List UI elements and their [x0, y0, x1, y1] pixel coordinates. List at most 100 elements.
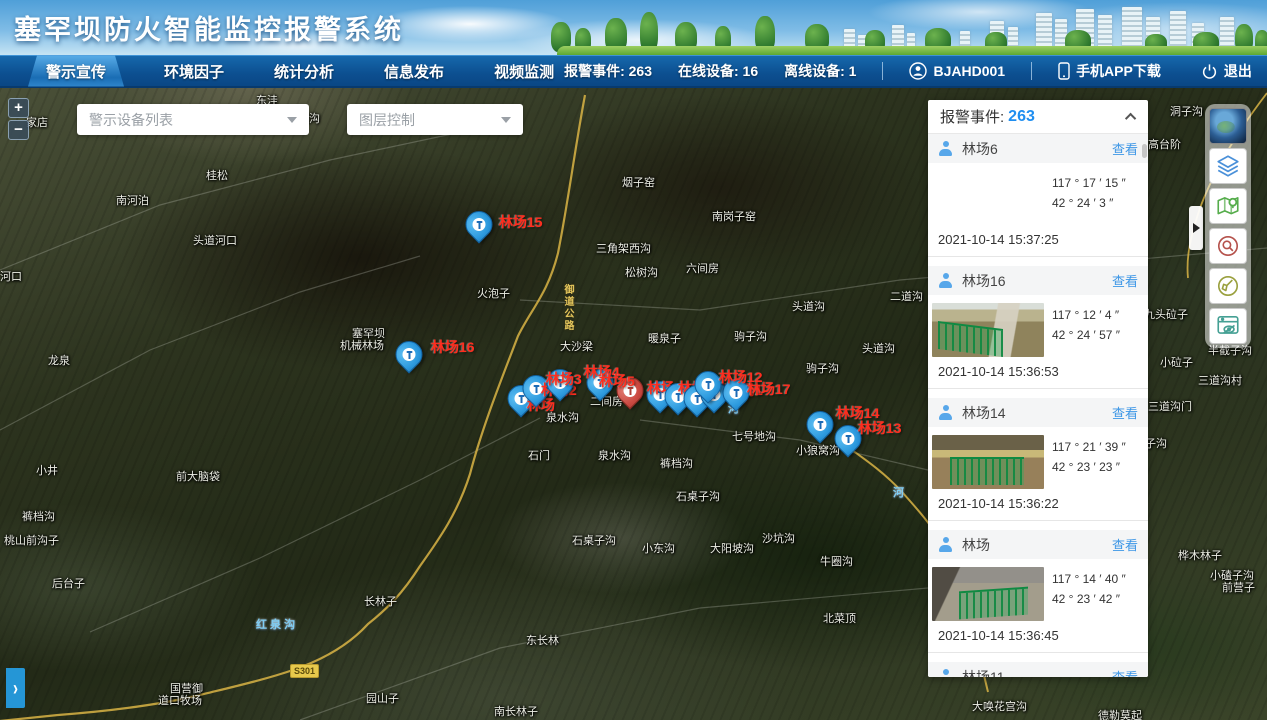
- marker-label: 林场12: [719, 367, 763, 387]
- zoom-out-button[interactable]: −: [8, 120, 29, 140]
- map-place-label: 桦木林子: [1178, 547, 1222, 563]
- alarm-item-body: 117 ° 14 ′ 40 ″42 ° 23 ′ 42 ″: [928, 559, 1148, 621]
- panel-expand-tab[interactable]: [1189, 206, 1203, 250]
- map-place-label: 南长林子: [494, 703, 538, 719]
- view-link[interactable]: 查看: [1112, 271, 1138, 290]
- view-link[interactable]: 查看: [1112, 139, 1138, 158]
- user-circle-icon: [909, 62, 927, 80]
- app-download-button[interactable]: 手机APP下载: [1058, 61, 1161, 81]
- hide-window-icon[interactable]: [1209, 308, 1247, 344]
- zoom-in-button[interactable]: +: [8, 98, 29, 118]
- grass-decoration: [557, 46, 1267, 55]
- map-place-label: 南河泊: [116, 192, 149, 208]
- layer-control-dropdown[interactable]: 图层控制: [347, 104, 523, 135]
- map-place-label: 石桌子沟: [572, 532, 616, 548]
- map-place-label: 裤档沟: [660, 455, 693, 471]
- left-panel-expand-button[interactable]: ›: [6, 668, 25, 708]
- alarm-timestamp: 2021-10-14 15:36:45: [938, 628, 1148, 643]
- nav-tab-1[interactable]: 警示宣传: [28, 56, 124, 87]
- alarm-snapshot-thumbnail: [932, 567, 1044, 621]
- clear-map-icon[interactable]: [1209, 268, 1247, 304]
- alarm-snapshot-empty: [932, 171, 1044, 225]
- map-place-label: 大唤花宫沟: [972, 698, 1027, 714]
- alarm-event-item[interactable]: 林场6查看117 ° 17 ′ 15 ″42 ° 24 ′ 3 ″2021-10…: [928, 134, 1148, 257]
- nav-tab-5[interactable]: 视频监测: [484, 59, 564, 84]
- camera-glyph: [732, 389, 740, 397]
- globe-basemap-icon[interactable]: [1209, 108, 1247, 144]
- power-icon: [1201, 63, 1218, 80]
- device-list-dropdown[interactable]: 警示设备列表: [77, 104, 309, 135]
- alarm-item-body: 117 ° 12 ′ 4 ″42 ° 24 ′ 57 ″: [928, 295, 1148, 357]
- pin-dot: [814, 418, 827, 431]
- alarm-timestamp: 2021-10-14 15:36:53: [938, 364, 1148, 379]
- map-place-label: 河口: [0, 268, 22, 284]
- user-account-button[interactable]: BJAHD001: [909, 62, 1005, 80]
- camera-glyph: [816, 421, 824, 429]
- panel-scrollbar-thumb[interactable]: [1142, 144, 1147, 158]
- layer-control-placeholder: 图层控制: [359, 110, 415, 130]
- map-place-label: 小狼窝沟: [796, 442, 840, 458]
- map-place-label: 头道沟: [862, 340, 895, 356]
- chevron-down-icon: [501, 117, 511, 123]
- view-link[interactable]: 查看: [1112, 535, 1138, 554]
- alarm-panel-title: 报警事件:: [940, 106, 1004, 127]
- person-icon: [938, 405, 953, 420]
- offline-devices-count: 离线设备: 1: [784, 61, 856, 81]
- latitude-value: 42 ° 24 ′ 3 ″: [1052, 193, 1126, 213]
- main-nav: 警示宣传环境因子统计分析信息发布视频监测 报警事件: 263 在线设备: 16 …: [0, 55, 1267, 88]
- map-place-label: 二道沟: [890, 288, 923, 304]
- map-annotate-icon[interactable]: [1209, 188, 1247, 224]
- device-list-placeholder: 警示设备列表: [89, 110, 173, 130]
- map-place-label: 桂松: [206, 167, 228, 183]
- map-canvas[interactable]: 家店东洼废沟桂松南河泊头道河口河口烟子窑南岗子窑三角架西沟松树沟六间房火泡子头道…: [0, 88, 1267, 720]
- map-place-label: 桃山前沟子: [4, 532, 59, 548]
- map-place-label: 南岗子窑: [712, 208, 756, 224]
- alarm-timestamp: 2021-10-14 15:36:22: [938, 496, 1148, 511]
- alarm-site-name: 林场14: [962, 403, 1006, 423]
- map-place-label: 石桌子沟: [676, 488, 720, 504]
- nav-tab-3[interactable]: 统计分析: [264, 59, 344, 84]
- divider: [882, 62, 883, 80]
- map-place-label: 松树沟: [625, 264, 658, 280]
- map-place-label: 三角架西沟: [596, 240, 651, 256]
- map-place-label: 小井: [36, 462, 58, 478]
- map-place-label: 东长林: [526, 632, 559, 648]
- alarm-event-item[interactable]: 林场11查看117 ° 18 ′ 2 ″: [928, 662, 1148, 677]
- latitude-value: 42 ° 23 ′ 42 ″: [1052, 589, 1126, 609]
- alarm-event-item[interactable]: 林场查看117 ° 14 ′ 40 ″42 ° 23 ′ 42 ″2021-10…: [928, 530, 1148, 653]
- alarm-panel-header: 报警事件: 263: [928, 100, 1148, 134]
- logout-button[interactable]: 退出: [1201, 61, 1252, 81]
- map-place-label: 烟子窑: [622, 174, 655, 190]
- view-link[interactable]: 查看: [1112, 403, 1138, 422]
- alarm-event-item[interactable]: 林场14查看117 ° 21 ′ 39 ″42 ° 23 ′ 23 ″2021-…: [928, 398, 1148, 521]
- alarm-snapshot-thumbnail: [932, 303, 1044, 357]
- nav-tab-4[interactable]: 信息发布: [374, 59, 454, 84]
- logout-label: 退出: [1224, 61, 1252, 81]
- alarm-event-item[interactable]: 林场16查看117 ° 12 ′ 4 ″42 ° 24 ′ 57 ″ 2021-1…: [928, 266, 1148, 389]
- collapse-panel-icon[interactable]: [1125, 112, 1136, 123]
- map-place-label: 德勒莫起: [1098, 707, 1142, 720]
- area-search-icon[interactable]: [1209, 228, 1247, 264]
- layers-icon[interactable]: [1209, 148, 1247, 184]
- person-icon: [938, 141, 953, 156]
- nav-menu: 警示宣传 环境因子 统计分析 信息发布 视频监测: [28, 56, 564, 87]
- map-zoom-control: + −: [8, 98, 29, 140]
- map-place-label: 家店: [26, 114, 48, 130]
- nav-tab-2[interactable]: 环境因子: [154, 59, 234, 84]
- fence-decoration: [959, 586, 1028, 619]
- map-place-label: 龙泉: [48, 352, 70, 368]
- person-icon: [938, 273, 953, 288]
- latitude-value: 42 ° 23 ′ 23 ″: [1052, 457, 1126, 477]
- camera-glyph: [405, 351, 413, 359]
- longitude-value: 117 ° 14 ′ 40 ″: [1052, 569, 1126, 589]
- map-place-label: 道口牧场: [158, 692, 202, 708]
- map-place-label: 大阳坡沟: [710, 540, 754, 556]
- alarm-events-list: 林场6查看117 ° 17 ′ 15 ″42 ° 24 ′ 3 ″2021-10…: [928, 134, 1148, 677]
- fence-decoration: [950, 457, 1024, 485]
- alarm-item-header: 林场16查看: [928, 266, 1148, 295]
- map-place-label: 驹子沟: [734, 328, 767, 344]
- map-place-label: 大沙梁: [560, 338, 593, 354]
- view-link[interactable]: 查看: [1112, 667, 1138, 677]
- chevron-right-icon: ›: [13, 676, 18, 700]
- map-place-label: 头道河口: [193, 232, 237, 248]
